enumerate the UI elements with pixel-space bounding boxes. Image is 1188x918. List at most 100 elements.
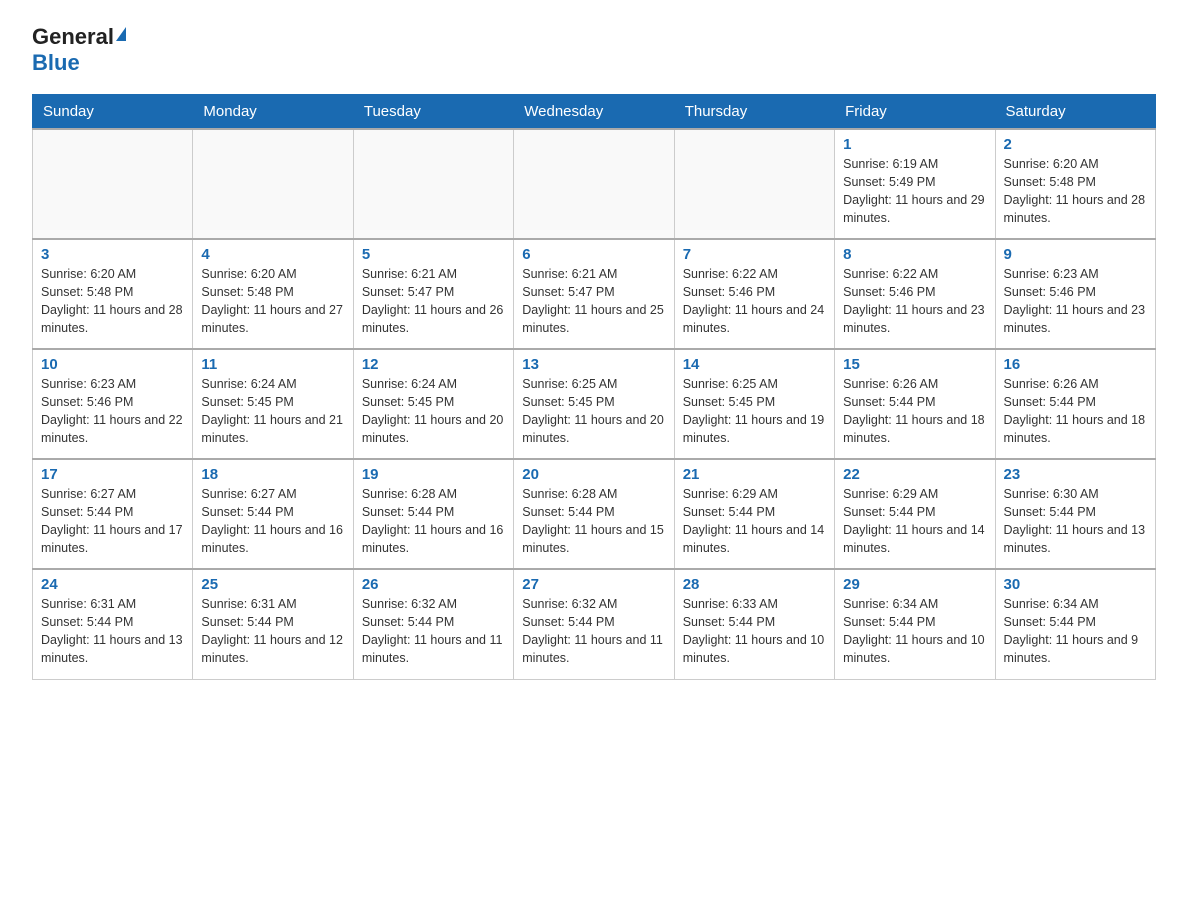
week-row-1: 1 Sunrise: 6:19 AMSunset: 5:49 PMDaylight… [33,129,1156,239]
day-number: 20 [522,466,665,483]
day-info: Sunrise: 6:28 AMSunset: 5:44 PMDaylight:… [522,485,665,558]
day-info: Sunrise: 6:24 AMSunset: 5:45 PMDaylight:… [201,375,344,448]
calendar-cell [353,129,513,239]
day-info: Sunrise: 6:29 AMSunset: 5:44 PMDaylight:… [843,485,986,558]
day-info: Sunrise: 6:22 AMSunset: 5:46 PMDaylight:… [843,265,986,338]
day-number: 8 [843,246,986,263]
day-number: 7 [683,246,826,263]
day-info: Sunrise: 6:31 AMSunset: 5:44 PMDaylight:… [41,595,184,668]
calendar-cell: 30 Sunrise: 6:34 AMSunset: 5:44 PMDayligh… [995,569,1155,679]
column-header-monday: Monday [193,95,353,130]
day-info: Sunrise: 6:30 AMSunset: 5:44 PMDaylight:… [1004,485,1147,558]
calendar-cell: 18 Sunrise: 6:27 AMSunset: 5:44 PMDayligh… [193,459,353,569]
day-number: 1 [843,136,986,153]
logo: General Blue [32,24,126,76]
day-info: Sunrise: 6:23 AMSunset: 5:46 PMDaylight:… [1004,265,1147,338]
day-info: Sunrise: 6:32 AMSunset: 5:44 PMDaylight:… [522,595,665,668]
day-info: Sunrise: 6:28 AMSunset: 5:44 PMDaylight:… [362,485,505,558]
page-header: General Blue [32,24,1156,76]
day-number: 27 [522,576,665,593]
day-number: 21 [683,466,826,483]
calendar-cell: 3Sunrise: 6:20 AMSunset: 5:48 PMDaylight… [33,239,193,349]
calendar-cell: 6 Sunrise: 6:21 AMSunset: 5:47 PMDaylight… [514,239,674,349]
day-info: Sunrise: 6:34 AMSunset: 5:44 PMDaylight:… [1004,595,1147,668]
column-header-saturday: Saturday [995,95,1155,130]
calendar-cell: 7 Sunrise: 6:22 AMSunset: 5:46 PMDaylight… [674,239,834,349]
day-number: 12 [362,356,505,373]
week-row-5: 24 Sunrise: 6:31 AMSunset: 5:44 PMDayligh… [33,569,1156,679]
calendar-cell: 16 Sunrise: 6:26 AMSunset: 5:44 PMDayligh… [995,349,1155,459]
column-header-wednesday: Wednesday [514,95,674,130]
day-number: 18 [201,466,344,483]
calendar-cell: 4Sunrise: 6:20 AMSunset: 5:48 PMDaylight… [193,239,353,349]
day-info: Sunrise: 6:22 AMSunset: 5:46 PMDaylight:… [683,265,826,338]
day-info: Sunrise: 6:26 AMSunset: 5:44 PMDaylight:… [843,375,986,448]
day-number: 25 [201,576,344,593]
calendar-cell: 12Sunrise: 6:24 AMSunset: 5:45 PMDayligh… [353,349,513,459]
calendar-cell: 8 Sunrise: 6:22 AMSunset: 5:46 PMDaylight… [835,239,995,349]
day-info: Sunrise: 6:25 AMSunset: 5:45 PMDaylight:… [522,375,665,448]
day-info: Sunrise: 6:27 AMSunset: 5:44 PMDaylight:… [201,485,344,558]
day-info: Sunrise: 6:27 AMSunset: 5:44 PMDaylight:… [41,485,184,558]
calendar-cell [33,129,193,239]
day-number: 15 [843,356,986,373]
calendar-cell [514,129,674,239]
logo-triangle-icon [116,27,126,41]
day-number: 9 [1004,246,1147,263]
day-number: 10 [41,356,184,373]
day-number: 28 [683,576,826,593]
day-info: Sunrise: 6:23 AMSunset: 5:46 PMDaylight:… [41,375,184,448]
week-row-2: 3Sunrise: 6:20 AMSunset: 5:48 PMDaylight… [33,239,1156,349]
day-number: 16 [1004,356,1147,373]
day-info: Sunrise: 6:21 AMSunset: 5:47 PMDaylight:… [362,265,505,338]
calendar-cell: 13 Sunrise: 6:25 AMSunset: 5:45 PMDayligh… [514,349,674,459]
column-header-friday: Friday [835,95,995,130]
day-info: Sunrise: 6:20 AMSunset: 5:48 PMDaylight:… [1004,155,1147,228]
day-number: 13 [522,356,665,373]
logo-blue-text: Blue [32,50,80,76]
calendar-cell: 19 Sunrise: 6:28 AMSunset: 5:44 PMDayligh… [353,459,513,569]
calendar-cell: 2 Sunrise: 6:20 AMSunset: 5:48 PMDaylight… [995,129,1155,239]
day-info: Sunrise: 6:26 AMSunset: 5:44 PMDaylight:… [1004,375,1147,448]
day-number: 23 [1004,466,1147,483]
day-number: 29 [843,576,986,593]
calendar-cell [674,129,834,239]
calendar-cell: 10 Sunrise: 6:23 AMSunset: 5:46 PMDayligh… [33,349,193,459]
day-number: 17 [41,466,184,483]
day-info: Sunrise: 6:31 AMSunset: 5:44 PMDaylight:… [201,595,344,668]
day-number: 5 [362,246,505,263]
day-info: Sunrise: 6:32 AMSunset: 5:44 PMDaylight:… [362,595,505,668]
day-info: Sunrise: 6:25 AMSunset: 5:45 PMDaylight:… [683,375,826,448]
day-number: 4 [201,246,344,263]
column-header-thursday: Thursday [674,95,834,130]
day-number: 26 [362,576,505,593]
calendar-cell: 26 Sunrise: 6:32 AMSunset: 5:44 PMDayligh… [353,569,513,679]
logo-general-text: General [32,24,114,50]
day-info: Sunrise: 6:20 AMSunset: 5:48 PMDaylight:… [41,265,184,338]
calendar-cell: 25 Sunrise: 6:31 AMSunset: 5:44 PMDayligh… [193,569,353,679]
calendar-cell: 1 Sunrise: 6:19 AMSunset: 5:49 PMDaylight… [835,129,995,239]
calendar-cell: 23 Sunrise: 6:30 AMSunset: 5:44 PMDayligh… [995,459,1155,569]
day-number: 2 [1004,136,1147,153]
day-number: 11 [201,356,344,373]
day-number: 30 [1004,576,1147,593]
day-number: 6 [522,246,665,263]
day-info: Sunrise: 6:19 AMSunset: 5:49 PMDaylight:… [843,155,986,228]
calendar-cell: 27 Sunrise: 6:32 AMSunset: 5:44 PMDayligh… [514,569,674,679]
calendar-cell [193,129,353,239]
calendar-cell: 15 Sunrise: 6:26 AMSunset: 5:44 PMDayligh… [835,349,995,459]
calendar-cell: 29 Sunrise: 6:34 AMSunset: 5:44 PMDayligh… [835,569,995,679]
column-header-tuesday: Tuesday [353,95,513,130]
calendar-cell: 11 Sunrise: 6:24 AMSunset: 5:45 PMDayligh… [193,349,353,459]
day-number: 19 [362,466,505,483]
week-row-3: 10 Sunrise: 6:23 AMSunset: 5:46 PMDayligh… [33,349,1156,459]
day-number: 14 [683,356,826,373]
calendar-cell: 17 Sunrise: 6:27 AMSunset: 5:44 PMDayligh… [33,459,193,569]
day-info: Sunrise: 6:34 AMSunset: 5:44 PMDaylight:… [843,595,986,668]
calendar-cell: 9 Sunrise: 6:23 AMSunset: 5:46 PMDaylight… [995,239,1155,349]
day-info: Sunrise: 6:21 AMSunset: 5:47 PMDaylight:… [522,265,665,338]
day-info: Sunrise: 6:33 AMSunset: 5:44 PMDaylight:… [683,595,826,668]
day-number: 22 [843,466,986,483]
column-header-sunday: Sunday [33,95,193,130]
day-number: 24 [41,576,184,593]
